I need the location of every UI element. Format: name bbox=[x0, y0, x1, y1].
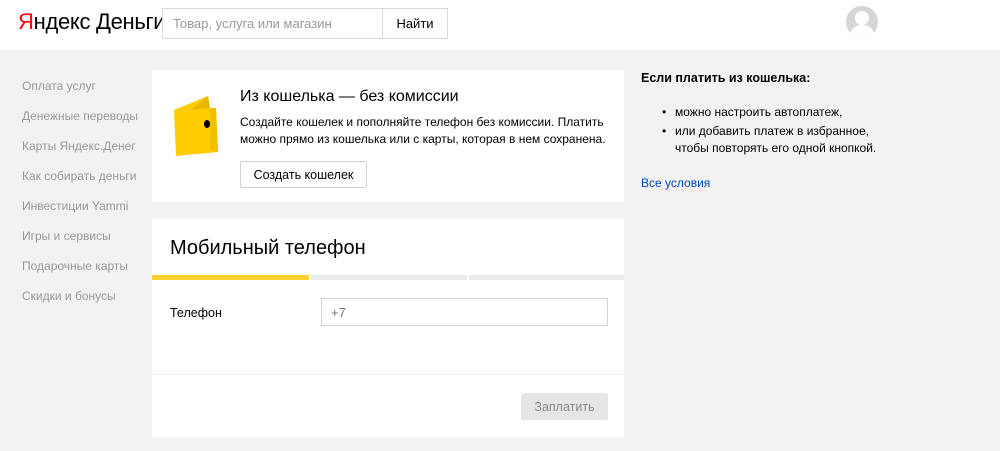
user-icon bbox=[849, 11, 875, 38]
sidebar-item-transfers[interactable]: Денежные переводы bbox=[22, 108, 138, 138]
pay-button[interactable]: Заплатить bbox=[521, 393, 608, 420]
progress-step-3 bbox=[469, 275, 624, 280]
avatar[interactable] bbox=[846, 6, 878, 38]
progress-step-2 bbox=[311, 275, 467, 280]
create-wallet-button[interactable]: Создать кошелек bbox=[240, 161, 367, 188]
info-list: можно настроить автоплатеж, или добавить… bbox=[641, 104, 901, 157]
sidebar-item-payments[interactable]: Оплата услуг bbox=[22, 78, 138, 108]
payment-form-card: Мобильный телефон Телефон Заплатить bbox=[152, 219, 624, 437]
sidebar: Оплата услуг Денежные переводы Карты Янд… bbox=[22, 78, 138, 318]
wallet-promo-card: Из кошелька — без комиссии Создайте коше… bbox=[152, 70, 624, 202]
sidebar-item-discounts[interactable]: Скидки и бонусы bbox=[22, 288, 138, 318]
sidebar-item-fundraising[interactable]: Как собирать деньги bbox=[22, 168, 138, 198]
all-terms-link[interactable]: Все условия bbox=[641, 175, 901, 191]
progress-step-1 bbox=[152, 275, 309, 280]
wallet-icon bbox=[170, 94, 220, 158]
phone-field[interactable] bbox=[321, 298, 608, 326]
search-button[interactable]: Найти bbox=[382, 8, 448, 39]
logo-text: ндекс Деньги bbox=[33, 9, 166, 34]
page-title: Мобильный телефон bbox=[170, 237, 366, 259]
logo-first-letter: Я bbox=[18, 9, 34, 34]
search-bar: Найти bbox=[162, 8, 448, 39]
info-list-item: или добавить платеж в избранное, чтобы п… bbox=[662, 123, 901, 157]
header: Яндекс Деньги Найти bbox=[0, 0, 1000, 50]
promo-text: Создайте кошелек и пополняйте телефон бе… bbox=[240, 115, 606, 146]
search-input[interactable] bbox=[162, 8, 382, 39]
step-progress-bar bbox=[152, 275, 624, 280]
wallet-info-panel: Если платить из кошелька: можно настроит… bbox=[641, 70, 901, 191]
promo-title: Из кошелька — без комиссии bbox=[240, 88, 459, 105]
info-title: Если платить из кошелька: bbox=[641, 71, 811, 85]
logo[interactable]: Яндекс Деньги bbox=[18, 9, 166, 35]
sidebar-item-gift-cards[interactable]: Подарочные карты bbox=[22, 258, 138, 288]
info-list-item: можно настроить автоплатеж, bbox=[662, 104, 901, 121]
sidebar-item-games[interactable]: Игры и сервисы bbox=[22, 228, 138, 258]
sidebar-item-investments[interactable]: Инвестиции Yammi bbox=[22, 198, 138, 228]
divider bbox=[152, 374, 624, 375]
sidebar-item-cards[interactable]: Карты Яндекс.Денег bbox=[22, 138, 138, 168]
phone-label: Телефон bbox=[170, 306, 222, 320]
